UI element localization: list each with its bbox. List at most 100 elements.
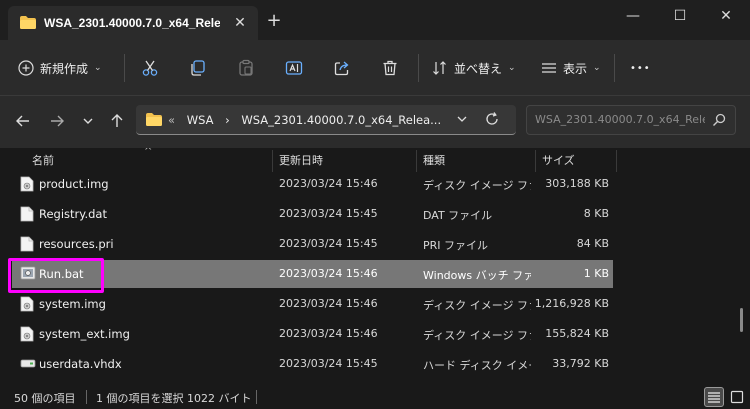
- status-divider: [256, 390, 257, 404]
- file-type: ディスク イメージ ファ...: [423, 329, 531, 342]
- arrow-up-icon: [111, 114, 123, 127]
- rename-button[interactable]: [282, 56, 306, 80]
- vertical-scrollbar[interactable]: [740, 308, 743, 332]
- trash-icon: [383, 60, 397, 76]
- file-date: 2023/03/24 15:46: [279, 297, 378, 310]
- search-placeholder: WSA_2301.40000.7.0_x64_Rele...: [535, 113, 705, 126]
- rename-icon: [285, 61, 303, 75]
- new-button[interactable]: 新規作成 ⌄: [18, 56, 102, 80]
- file-size: 1 KB: [583, 267, 609, 280]
- status-divider: [86, 390, 87, 404]
- breadcrumb-overflow[interactable]: «: [168, 113, 175, 127]
- tab-title: WSA_2301.40000.7.0_x64_Rele: [44, 16, 220, 30]
- column-divider[interactable]: [616, 150, 617, 172]
- column-divider[interactable]: [535, 150, 536, 172]
- copy-icon: [191, 60, 205, 76]
- file-name: system_ext.img: [39, 327, 130, 341]
- new-button-label: 新規作成: [40, 61, 89, 76]
- file-row[interactable]: resources.pri 2023/03/24 15:45 PRI ファイル 84 …: [12, 230, 613, 258]
- file-row[interactable]: userdata.vhdx 2023/03/24 15:45 ハード ディスク イメ…: [12, 350, 613, 378]
- large-icons-view-button[interactable]: [727, 387, 747, 407]
- refresh-icon: [486, 112, 498, 125]
- file-date: 2023/03/24 15:46: [279, 267, 378, 280]
- file-name: system.img: [39, 297, 106, 311]
- view-button[interactable]: 表示 ⌄: [541, 56, 601, 80]
- file-date: 2023/03/24 15:45: [279, 357, 378, 370]
- recent-locations-button[interactable]: [77, 110, 99, 132]
- navigation-bar: « WSA › WSA_2301.40000.7.0_x64_Relea... …: [0, 96, 750, 148]
- tab-close-button[interactable]: ✕: [230, 13, 250, 33]
- chevron-down-icon: [83, 118, 93, 124]
- file-type: ディスク イメージ ファ...: [423, 299, 531, 312]
- file-date: 2023/03/24 15:45: [279, 237, 378, 250]
- address-bar[interactable]: « WSA › WSA_2301.40000.7.0_x64_Relea...: [136, 105, 516, 135]
- close-button[interactable]: ✕: [709, 4, 743, 28]
- share-button[interactable]: [330, 56, 354, 80]
- file-size: 84 KB: [576, 237, 609, 250]
- delete-button[interactable]: [378, 56, 402, 80]
- address-dropdown-button[interactable]: [456, 113, 468, 128]
- plus-circle-icon: [18, 60, 34, 76]
- back-button[interactable]: [12, 110, 34, 132]
- column-divider[interactable]: [416, 150, 417, 172]
- details-view-icon: [708, 392, 720, 403]
- minimize-button[interactable]: —: [616, 4, 650, 28]
- file-list: ^ 名前 更新日時 種類 サイズ product.img 2023/03/24 1…: [0, 148, 750, 386]
- file-type: DAT ファイル: [423, 209, 493, 222]
- clipboard-icon: [239, 59, 253, 76]
- cut-button[interactable]: [138, 56, 162, 80]
- file-type: ディスク イメージ ファ...: [423, 179, 531, 192]
- details-view-button[interactable]: [704, 387, 724, 407]
- file-row[interactable]: Registry.dat 2023/03/24 15:45 DAT ファイル 8 KB: [12, 200, 613, 228]
- chevron-down-icon: ⌄: [94, 63, 102, 73]
- new-tab-button[interactable]: +: [264, 11, 284, 31]
- file-size: 8 KB: [583, 207, 609, 220]
- share-icon: [334, 61, 349, 76]
- file-size: 33,792 KB: [552, 357, 609, 370]
- sort-button-label: 並べ替え: [454, 61, 503, 76]
- search-box[interactable]: WSA_2301.40000.7.0_x64_Rele...: [526, 105, 736, 135]
- selection-info: 1 個の項目を選択 1022 バイト: [96, 392, 252, 405]
- folder-icon: [20, 16, 36, 29]
- up-button[interactable]: [106, 110, 128, 132]
- breadcrumb-item-wsa[interactable]: WSA: [187, 113, 214, 127]
- file-name: resources.pri: [39, 237, 114, 251]
- file-date: 2023/03/24 15:46: [279, 327, 378, 340]
- column-divider[interactable]: [272, 150, 273, 172]
- breadcrumb-separator: ›: [225, 113, 230, 127]
- view-list-icon: [542, 63, 556, 73]
- item-count: 50 個の項目: [14, 392, 76, 405]
- toolbar-divider: [614, 54, 615, 82]
- copy-button[interactable]: [186, 56, 210, 80]
- file-size: 155,824 KB: [545, 327, 609, 340]
- file-date: 2023/03/24 15:46: [279, 177, 378, 190]
- file-icon: [20, 236, 34, 252]
- file-type: PRI ファイル: [423, 239, 489, 252]
- file-icon: [20, 206, 34, 222]
- chevron-down-icon: ⌄: [593, 63, 601, 73]
- refresh-button[interactable]: [484, 111, 500, 131]
- command-bar: 新規作成 ⌄ 並べ替え ⌄ 表示 ⌄ •••: [0, 40, 750, 96]
- breadcrumb-item-current[interactable]: WSA_2301.40000.7.0_x64_Relea...: [241, 113, 441, 127]
- file-date: 2023/03/24 15:45: [279, 207, 378, 220]
- arrow-right-icon: [51, 115, 64, 127]
- paste-button[interactable]: [234, 56, 258, 80]
- active-tab[interactable]: WSA_2301.40000.7.0_x64_Rele ✕: [8, 6, 258, 40]
- file-row[interactable]: system_ext.img 2023/03/24 15:46 ディスク イメージ …: [12, 320, 613, 348]
- maximize-button[interactable]: ☐: [663, 4, 697, 28]
- more-options-button[interactable]: •••: [630, 56, 651, 80]
- folder-icon: [146, 113, 162, 126]
- title-bar: WSA_2301.40000.7.0_x64_Rele ✕ + — ☐ ✕: [0, 0, 750, 40]
- forward-button[interactable]: [46, 110, 68, 132]
- status-bar: 50 個の項目 1 個の項目を選択 1022 バイト: [0, 386, 750, 409]
- scissors-icon: [142, 60, 158, 76]
- chevron-down-icon: ⌄: [508, 63, 516, 73]
- disc-image-icon: [20, 296, 34, 312]
- file-row[interactable]: system.img 2023/03/24 15:46 ディスク イメージ ファ..…: [12, 290, 613, 318]
- arrow-left-icon: [16, 115, 29, 127]
- sort-button[interactable]: 並べ替え ⌄: [432, 56, 516, 80]
- search-icon[interactable]: [711, 112, 727, 128]
- annotation-highlight-box: [8, 258, 104, 293]
- file-row[interactable]: product.img 2023/03/24 15:46 ディスク イメージ ファ.…: [12, 170, 613, 198]
- view-button-label: 表示: [563, 61, 588, 76]
